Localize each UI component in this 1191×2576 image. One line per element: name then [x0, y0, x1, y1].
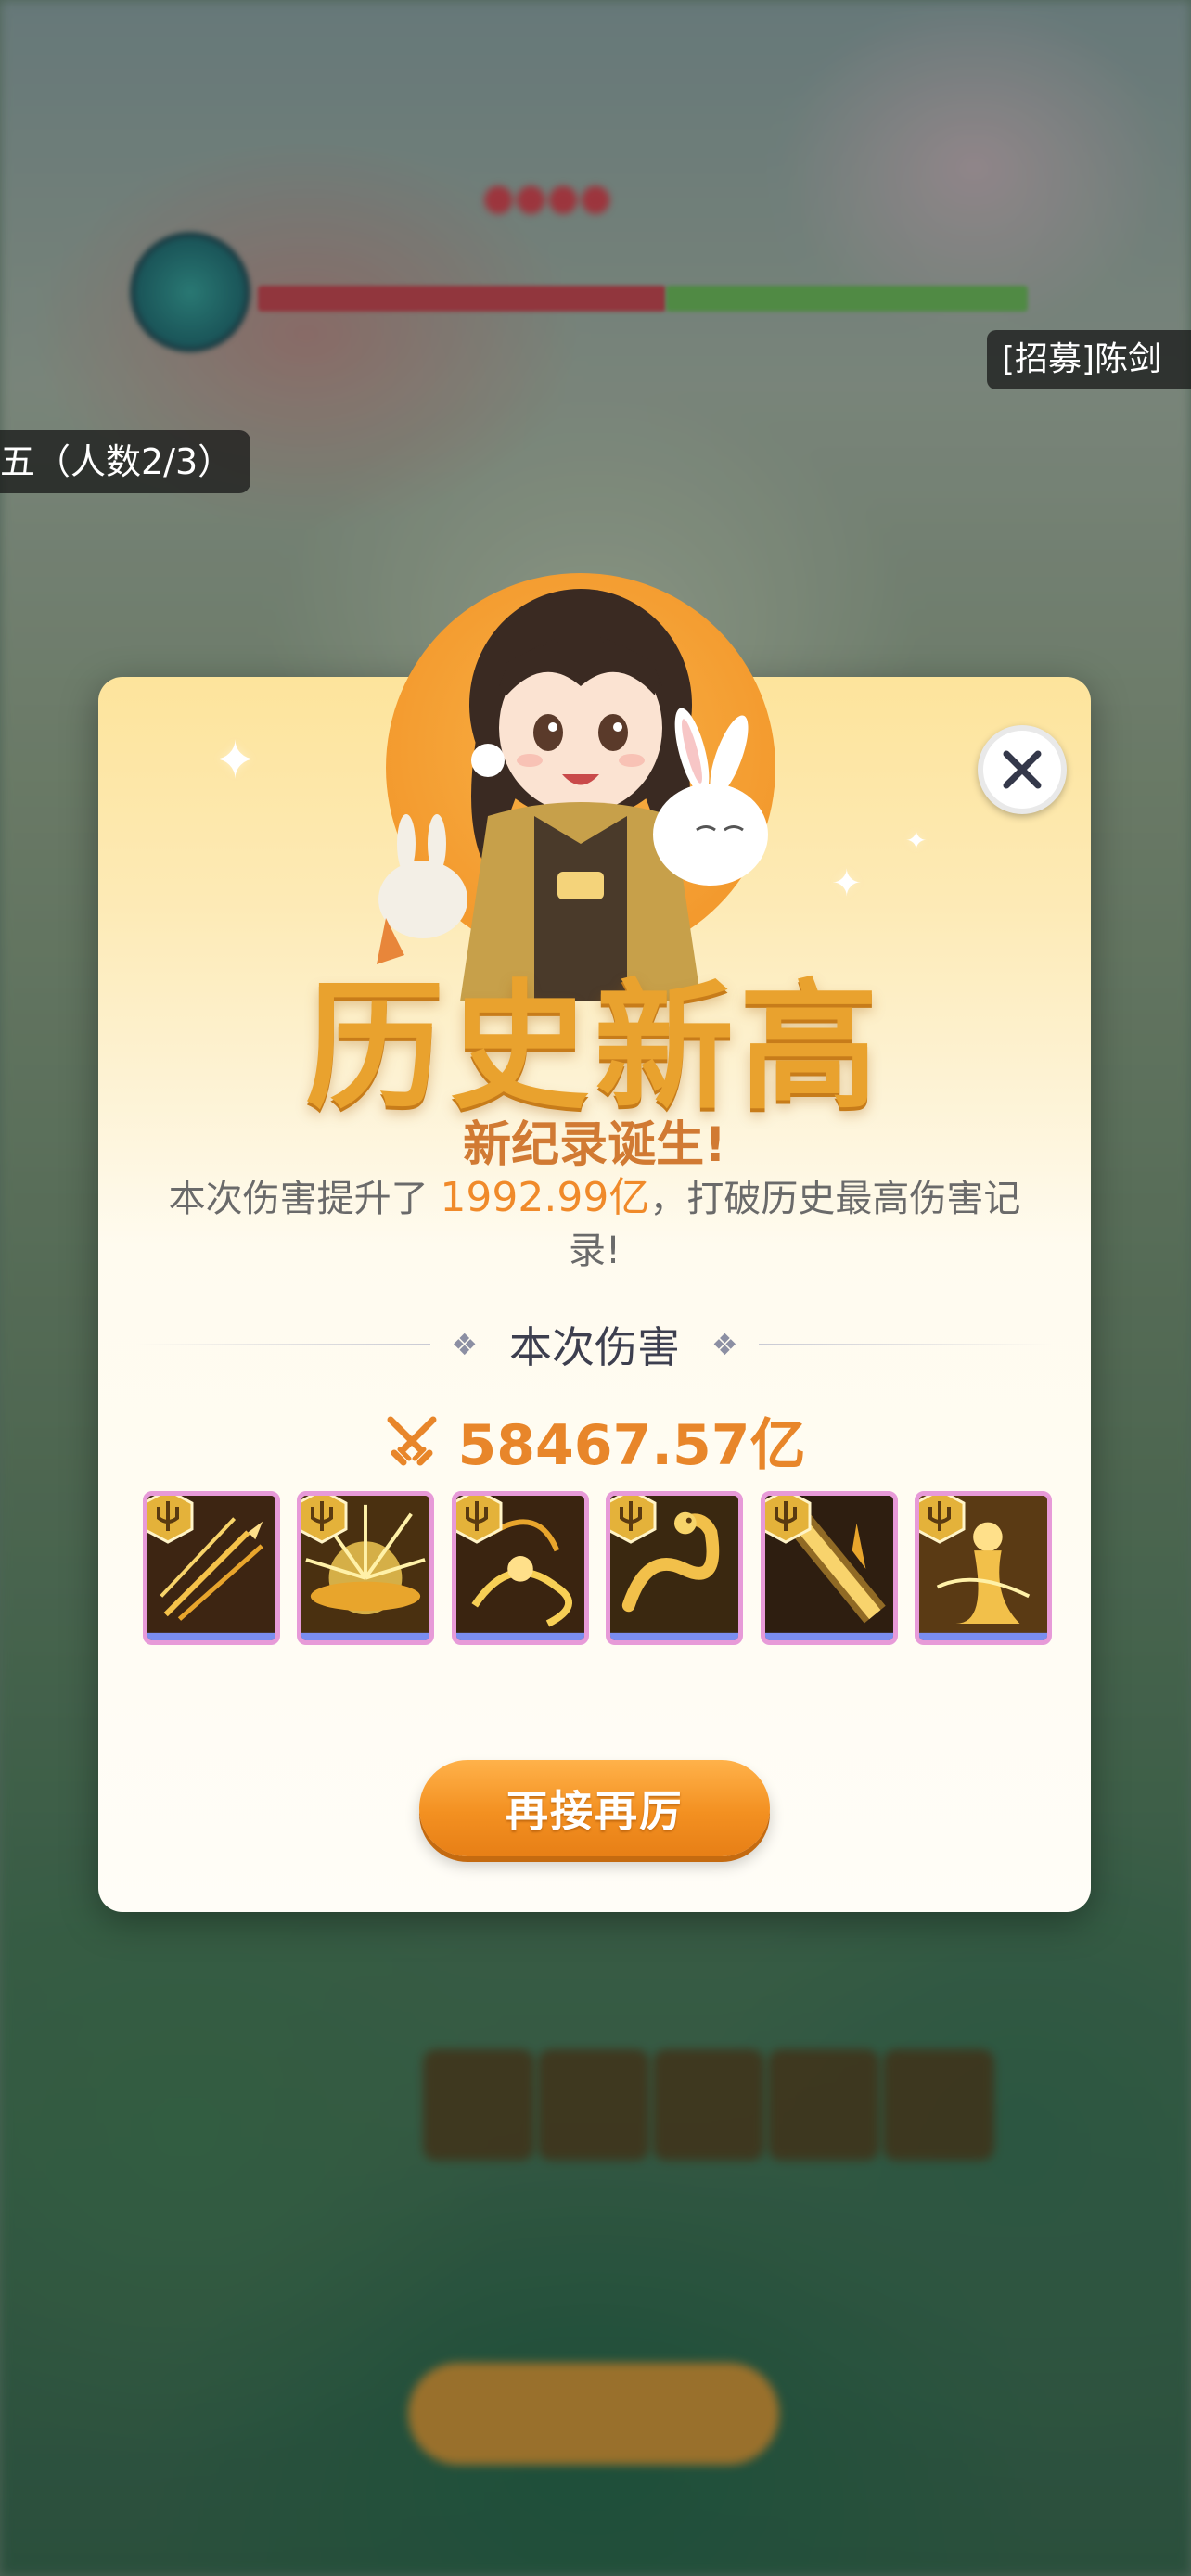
divider-right	[758, 1344, 1054, 1345]
team-tag[interactable]: 五（人数2/3）	[0, 430, 250, 493]
section-header: ❖ 本次伤害 ❖	[135, 1317, 1054, 1372]
skill-icon[interactable]	[760, 1491, 898, 1645]
skill-icon[interactable]	[451, 1491, 589, 1645]
keep-going-button[interactable]: 再接再厉	[419, 1760, 770, 1856]
modal-subtitle: 新纪录诞生!	[463, 1117, 726, 1173]
skill-icon[interactable]	[914, 1491, 1052, 1645]
trident-badge-icon	[455, 1496, 503, 1544]
damage-display: 58467.57亿	[98, 1400, 1091, 1481]
recruit-tag[interactable]: [招募]陈剑	[987, 330, 1191, 389]
sparkle-icon: ✦	[213, 731, 257, 791]
trident-badge-icon	[918, 1496, 966, 1544]
record-description: 本次伤害提升了 1992.99亿，打破历史最高伤害记录!	[154, 1172, 1035, 1277]
trident-badge-icon	[147, 1496, 194, 1544]
sparkle-icon: ✦	[905, 825, 928, 856]
crossed-swords-icon	[387, 1416, 437, 1465]
diamond-icon: ❖	[451, 1327, 478, 1362]
sparkle-icon: ✦	[831, 862, 863, 905]
skill-icon[interactable]	[297, 1491, 435, 1645]
close-button[interactable]	[978, 725, 1067, 814]
divider-left	[135, 1344, 431, 1345]
record-modal: ✦ ✦ ✦ 历史新高 新纪录诞生! 本次伤害提升了 1992.99亿，打破历史最…	[98, 573, 1091, 1912]
section-label: 本次伤害	[509, 1322, 680, 1372]
skill-icon[interactable]	[606, 1491, 744, 1645]
close-icon	[1003, 750, 1042, 789]
damage-value: 58467.57亿	[457, 1413, 806, 1478]
desc-prefix: 本次伤害提升了	[168, 1178, 429, 1220]
trident-badge-icon	[764, 1496, 812, 1544]
skill-icon[interactable]	[143, 1491, 280, 1645]
trident-badge-icon	[301, 1496, 348, 1544]
diamond-icon: ❖	[711, 1327, 738, 1362]
damage-increase: 1992.99亿	[440, 1174, 650, 1221]
skill-list	[143, 1491, 1052, 1649]
trident-badge-icon	[610, 1496, 657, 1544]
